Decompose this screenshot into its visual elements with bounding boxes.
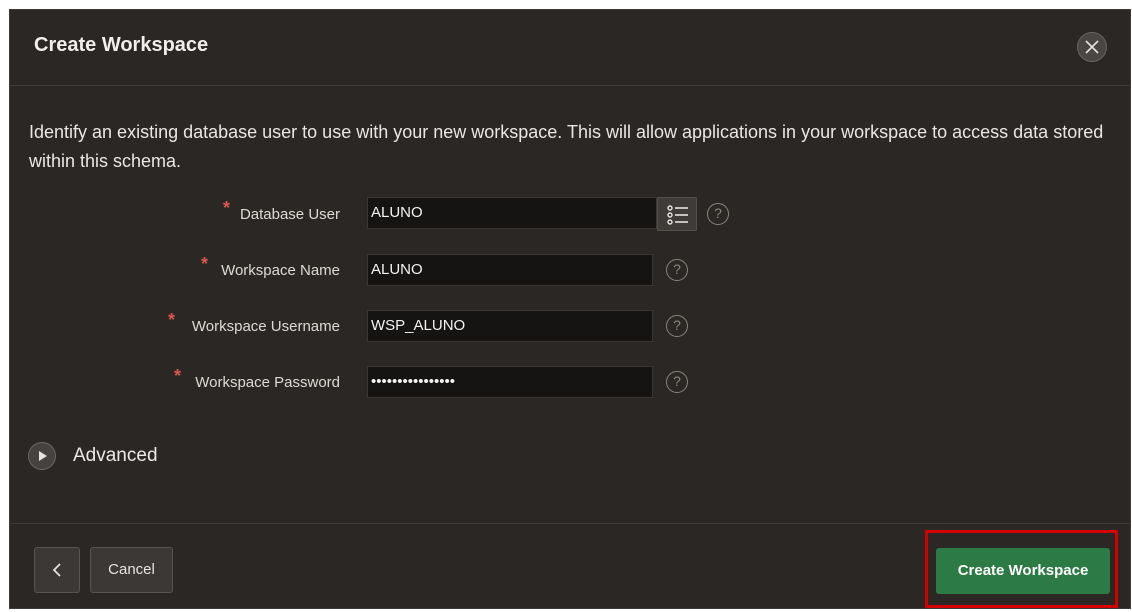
description-text: Identify an existing database user to us…	[29, 122, 1104, 171]
workspace-username-input[interactable]: WSP_ALUNO	[367, 310, 653, 342]
back-button[interactable]	[34, 547, 80, 593]
cancel-button[interactable]: Cancel	[90, 547, 173, 593]
database-user-lov-button[interactable]	[657, 197, 697, 231]
advanced-expand-button[interactable]	[28, 442, 56, 470]
workspace-password-label: Workspace Password	[195, 374, 340, 391]
database-user-input[interactable]: ALUNO	[367, 197, 657, 229]
close-button[interactable]	[1077, 32, 1107, 62]
workspace-name-label: Workspace Name	[221, 262, 340, 279]
dialog-header: Create Workspace	[10, 10, 1130, 86]
database-user-label: Database User	[239, 206, 340, 223]
chevron-left-icon	[52, 563, 61, 577]
workspace-password-input[interactable]: ••••••••••••••••	[367, 366, 653, 398]
workspace-username-label: Workspace Username	[191, 318, 340, 335]
close-icon	[1085, 40, 1099, 54]
dialog-title: Create Workspace	[34, 34, 209, 56]
workspace-name-help-icon[interactable]: ?	[666, 259, 688, 281]
dialog-footer: Cancel Create Workspace	[10, 523, 1130, 608]
workspace-name-input[interactable]: ALUNO	[367, 254, 653, 286]
workspace-password-help-icon[interactable]: ?	[666, 371, 688, 393]
create-workspace-dialog: Create Workspace Identify an existing da…	[9, 9, 1131, 609]
advanced-toggle[interactable]: Advanced	[28, 442, 188, 472]
create-workspace-button[interactable]: Create Workspace	[936, 548, 1110, 594]
database-user-help-icon[interactable]: ?	[707, 203, 729, 225]
advanced-label: Advanced	[73, 445, 158, 466]
workspace-username-help-icon[interactable]: ?	[666, 315, 688, 337]
play-icon	[39, 451, 47, 461]
list-icon	[667, 205, 688, 225]
